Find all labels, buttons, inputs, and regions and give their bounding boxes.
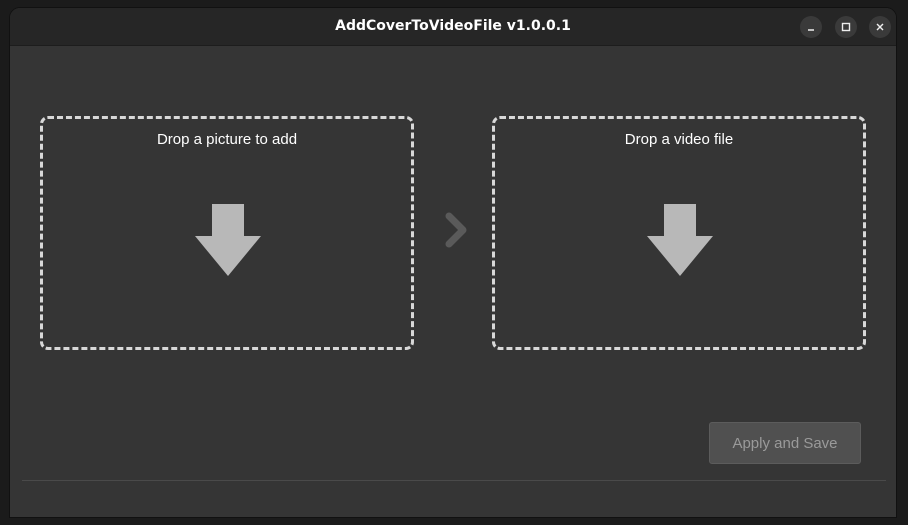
minimize-icon bbox=[808, 29, 814, 31]
window-title: AddCoverToVideoFile v1.0.0.1 bbox=[335, 18, 571, 34]
picture-drop-label: Drop a picture to add bbox=[156, 131, 298, 148]
divider bbox=[22, 480, 886, 481]
arrow-down-icon bbox=[647, 204, 713, 276]
maximize-icon bbox=[841, 22, 851, 32]
apply-and-save-button[interactable]: Apply and Save bbox=[709, 422, 861, 464]
maximize-button[interactable] bbox=[835, 16, 857, 38]
close-button[interactable] bbox=[869, 16, 891, 38]
app-window: AddCoverToVideoFile v1.0.0.1 Drop a pict… bbox=[10, 8, 896, 517]
arrow-down-icon bbox=[195, 204, 261, 276]
minimize-button[interactable] bbox=[800, 16, 822, 38]
chevron-right-icon bbox=[445, 212, 467, 248]
title-bar[interactable]: AddCoverToVideoFile v1.0.0.1 bbox=[10, 8, 896, 46]
close-icon bbox=[876, 23, 884, 31]
video-drop-zone[interactable]: Drop a video file bbox=[492, 116, 866, 350]
main-content: Drop a picture to add Drop a video file … bbox=[10, 46, 896, 517]
video-drop-label: Drop a video file bbox=[624, 131, 734, 148]
picture-drop-zone[interactable]: Drop a picture to add bbox=[40, 116, 414, 350]
